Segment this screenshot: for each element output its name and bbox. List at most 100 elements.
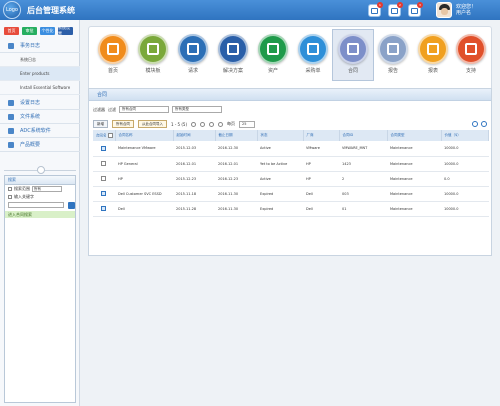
module-tile-requests[interactable]: 请求	[175, 34, 211, 74]
top-header: Logo 后台管理系统 1 2 3 欢迎您！ 用户名	[0, 0, 500, 20]
row-checkbox[interactable]	[101, 206, 106, 211]
folder-icon	[8, 127, 14, 134]
username-text: 用户名	[456, 10, 472, 16]
table-row[interactable]: Dell Customer SVC ESSD 2015.11.18 2016.11.…	[93, 186, 489, 202]
column-header-id[interactable]: 合同ID	[339, 130, 388, 141]
cell-select	[93, 201, 115, 217]
cell-name[interactable]: HP	[115, 171, 173, 187]
table-row[interactable]: Maintenance VMware 2015.12.03 2016.12.30 Ac…	[93, 141, 489, 157]
mail-icon[interactable]: 3	[408, 2, 423, 17]
module-tile-statements[interactable]: 报表	[415, 34, 451, 74]
cell-end: 2016.11.30	[215, 201, 257, 217]
notification-badge: 2	[397, 2, 403, 8]
app-logo[interactable]: Logo	[3, 1, 21, 19]
search-go-button[interactable]	[68, 201, 75, 209]
module-tile-home[interactable]: 首页	[95, 34, 131, 74]
filter-row: 过滤器 过滤 所有合同 所有类型	[93, 106, 222, 113]
sidebar-subitem-enter-products[interactable]: Enter products	[0, 67, 80, 81]
tile-label: 解决方案	[222, 68, 243, 74]
module-tile-modules[interactable]: 模块板	[135, 34, 171, 74]
next-page-icon[interactable]	[209, 121, 215, 127]
tile-label: 采购单	[305, 68, 321, 74]
search-input[interactable]	[8, 202, 64, 208]
column-header-name[interactable]: 合同名称	[115, 130, 174, 141]
columns-icon[interactable]	[481, 121, 487, 127]
cell-name[interactable]: Dell Customer SVC ESSD	[115, 186, 173, 202]
search-result-link[interactable]: 进入合同搜索	[5, 211, 75, 218]
sidebar-item-transaction-log[interactable]: 事务日志	[0, 39, 80, 53]
module-tile-reports[interactable]: 报告	[375, 34, 411, 74]
row-checkbox[interactable]	[101, 176, 106, 181]
filter-select-contracts[interactable]: 所有合同	[119, 106, 169, 113]
avatar[interactable]	[436, 2, 452, 18]
module-tile-contract[interactable]: 合同	[332, 29, 374, 81]
sidebar-item-settings-log[interactable]: 设置日志	[0, 96, 80, 110]
select-all-checkbox[interactable]	[107, 132, 113, 138]
sidebar-subitem-system-log[interactable]: 系统日志	[0, 53, 80, 67]
sidebar-item-adc-software[interactable]: ADC系统软件	[0, 124, 80, 138]
cell-name[interactable]: Maintenance VMware	[115, 141, 173, 157]
row-checkbox[interactable]	[101, 191, 106, 196]
cell-name[interactable]: HP General	[115, 156, 173, 172]
prev-page-icon[interactable]	[200, 121, 206, 127]
cell-status: Expired	[257, 201, 303, 217]
approve-quick-button[interactable]: 审批	[22, 27, 37, 35]
folder-icon	[8, 42, 14, 49]
cell-value: 10000.0	[441, 186, 489, 202]
cell-select	[93, 186, 115, 202]
new-button[interactable]: 新增	[93, 120, 108, 128]
search-icon[interactable]	[472, 121, 478, 127]
per-page-select[interactable]: 25	[239, 120, 256, 128]
import-button[interactable]: 从此合同导入	[138, 120, 167, 128]
calendar-icon[interactable]: 2	[388, 2, 403, 17]
personalize-quick-button[interactable]: 个性化	[40, 27, 55, 35]
module-tile-solutions[interactable]: 解决方案	[215, 34, 251, 74]
cell-end: 2016.11.30	[215, 186, 257, 202]
keyword-input-row	[5, 201, 75, 209]
column-header-vendor[interactable]: 厂商	[303, 130, 340, 141]
all-contracts-button[interactable]: 所有合同	[112, 120, 134, 128]
row-checkbox[interactable]	[101, 161, 106, 166]
row-checkbox[interactable]	[101, 145, 106, 151]
sidebar-item-label: 产品概要	[20, 142, 41, 148]
module-tile-assets[interactable]: 资产	[255, 34, 291, 74]
messages-icon[interactable]: 1	[368, 2, 383, 17]
scope-checkbox[interactable]	[8, 187, 12, 191]
keyword-checkbox[interactable]	[8, 195, 12, 199]
sidebar-item-file-system[interactable]: 文件系统	[0, 110, 80, 124]
user-welcome[interactable]: 欢迎您！ 用户名	[456, 4, 476, 16]
table-header-row: 合同名 合同名称 起始时间 截止日期 状态 厂商 合同ID 合同类型 价值（$）	[93, 130, 489, 141]
home-quick-button[interactable]: 首页	[4, 27, 19, 35]
cell-value: 0.0	[441, 171, 489, 187]
search-scope-select[interactable]: 所有	[32, 186, 62, 192]
column-header-value[interactable]: 价值（$）	[441, 130, 489, 141]
gear-icon	[378, 34, 408, 64]
main-content: 首页 模块板 请求 解决方案 资产 采购单 合同 报告 报表 支持 合同 过滤器…	[80, 20, 500, 406]
sidebar-item-product-overview[interactable]: 产品概要	[0, 138, 80, 152]
tile-label: 首页	[107, 68, 118, 74]
tile-label: 模块板	[145, 68, 161, 74]
column-header-select[interactable]: 合同名	[93, 130, 116, 141]
module-tile-support[interactable]: 支持	[453, 34, 489, 74]
filter-select-types[interactable]: 所有类型	[172, 106, 222, 113]
column-header-status[interactable]: 状态	[257, 130, 304, 141]
first-page-icon[interactable]	[191, 121, 197, 127]
table-row[interactable]: HP 2015.12.23 2016.12.23 Active HP 2 Maintenan…	[93, 171, 489, 187]
cell-type: Maintenance	[387, 171, 441, 187]
last-page-icon[interactable]	[218, 121, 224, 127]
cell-status: Yet to be Active	[257, 156, 303, 172]
filter-type-label: 过滤	[108, 106, 116, 112]
cell-name[interactable]: Dell	[115, 201, 173, 217]
column-header-end[interactable]: 截止日期	[215, 130, 258, 141]
module-tile-purchase[interactable]: 采购单	[295, 34, 331, 74]
collapse-handle[interactable]	[37, 166, 45, 174]
column-header-start[interactable]: 起始时间	[173, 130, 216, 141]
sidebar-subitem-install-software[interactable]: Install Essential Software	[0, 81, 80, 95]
sidebar-item-label: ADC系统软件	[20, 128, 51, 134]
table-row[interactable]: Dell 2015.11.28 2016.11.30 Expired Dell 01 Mai…	[93, 201, 489, 217]
table-row[interactable]: HP General 2016.12.01 2016.12.01 Yet to be …	[93, 156, 489, 172]
settings-quick-button[interactable]: 系统设置	[58, 25, 73, 36]
keyword-label: 输入关键字	[14, 194, 34, 199]
column-header-type[interactable]: 合同类型	[387, 130, 442, 141]
cell-status: Active	[257, 171, 303, 187]
